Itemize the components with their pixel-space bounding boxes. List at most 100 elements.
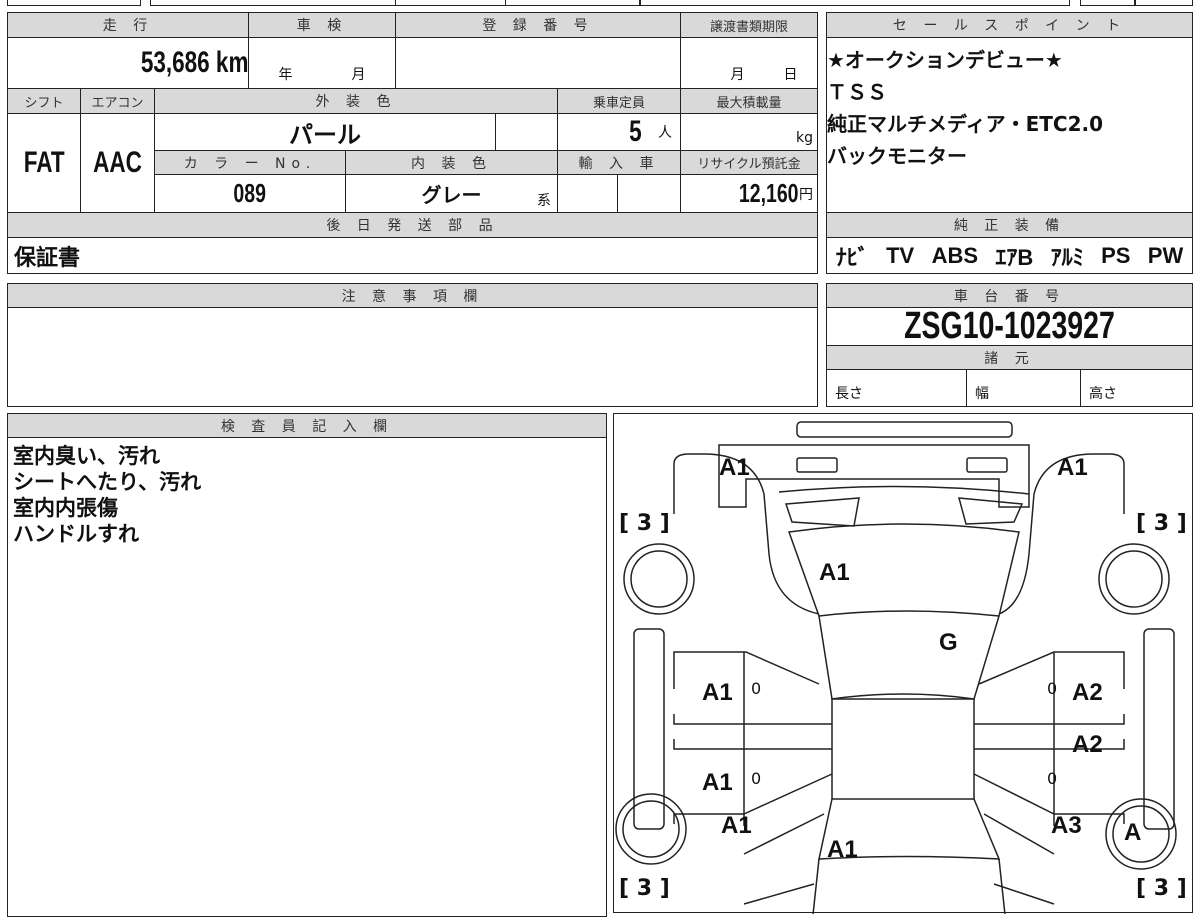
exterior-color-extra: [495, 113, 558, 151]
inspector-line: ハンドルすれ: [13, 522, 139, 546]
color-no-label: カ ラ ー No.: [154, 150, 346, 175]
recycle-text: 12,160: [739, 178, 799, 208]
registration-label: 登 録 番 号: [395, 12, 681, 38]
specs-length: 長さ: [826, 369, 967, 407]
inspection-value: 年月: [248, 37, 396, 89]
shift-label: シフト: [7, 88, 81, 114]
zero-mark: 0: [1047, 769, 1058, 788]
equipment-item: ABS: [931, 242, 979, 268]
zero-mark: 0: [751, 679, 762, 698]
year-unit: 年: [278, 67, 293, 83]
mark-front-right: A1: [1057, 454, 1088, 481]
mark-rl-quarter: A1: [721, 812, 752, 839]
zero-mark: 0: [751, 769, 762, 788]
top-cell: [7, 0, 141, 6]
equipment-item: ﾅﾋﾞ: [835, 244, 869, 270]
exterior-color-label: 外 装 色: [154, 88, 558, 114]
mark-trunk: A1: [827, 836, 858, 863]
import-value-1: [557, 174, 618, 213]
notes-body: [7, 307, 818, 407]
transfer-deadline-value: 月日: [680, 37, 818, 89]
month-unit: 月: [351, 67, 366, 83]
tread-rr: [ 3 ]: [1136, 876, 1187, 901]
max-load-unit: kg: [796, 130, 813, 146]
mark-fr-door: A2: [1072, 679, 1103, 706]
top-cell: [640, 0, 1070, 6]
inspector-line: 室内臭い、汚れ: [13, 444, 160, 468]
tread-rl-value: 3: [636, 876, 653, 901]
capacity-value: 5人: [557, 113, 681, 151]
zero-mark: 0: [1047, 679, 1058, 698]
interior-color-value: グレー 系: [345, 174, 558, 213]
import-label: 輸 入 車: [557, 150, 681, 175]
top-cell: [1135, 0, 1193, 6]
specs-height: 高さ: [1080, 369, 1193, 407]
mark-rl-door: A1: [702, 769, 733, 796]
sales-point: バックモニター: [827, 144, 967, 168]
mark-rr-wheel: A: [1124, 819, 1142, 846]
tread-rr-value: 3: [1153, 876, 1170, 901]
shift-value: FAT: [7, 113, 81, 213]
inspector-line: シートへたり、汚れ: [13, 470, 202, 494]
aircon-label: エアコン: [80, 88, 155, 114]
equipment-item: TV: [886, 242, 915, 268]
capacity-text: 5: [629, 115, 642, 148]
later-parts-value: 保証書: [7, 237, 818, 274]
mileage-text: 53,686 km: [140, 46, 248, 79]
equipment-item: PS: [1101, 242, 1131, 268]
aircon-text: AAC: [93, 146, 142, 179]
recycle-unit: 円: [799, 186, 813, 203]
car-outline: [615, 421, 1177, 914]
top-cell: [150, 0, 400, 6]
mark-rr-door: A2: [1072, 731, 1103, 758]
sales-point: 純正マルチメディア・ETC2.0: [827, 112, 1104, 136]
color-no-text: 089: [233, 178, 267, 208]
mark-windshield: G: [939, 629, 958, 656]
tread-fl: [ 3 ]: [619, 511, 670, 536]
import-value-2: [617, 174, 681, 213]
sales-point: ★オークションデビュー★: [827, 48, 1063, 72]
inspector-notes: 室内臭い、汚れ シートへたり、汚れ 室内内張傷 ハンドルすれ: [7, 437, 607, 917]
interior-color-text: グレー: [421, 183, 482, 207]
specs-width: 幅: [966, 369, 1081, 407]
inspector-line: 室内内張傷: [13, 496, 118, 520]
equipment-list: ﾅﾋﾞ TV ABS ｴｱB ｱﾙﾐ PS PW: [826, 237, 1193, 274]
specs-label: 諸 元: [826, 345, 1193, 370]
tread-rl: [ 3 ]: [619, 876, 670, 901]
top-cell: [395, 0, 510, 6]
month-unit: 月: [730, 67, 745, 83]
chassis-value: ZSG10-1023927: [826, 305, 1193, 347]
chassis-text: ZSG10-1023927: [904, 305, 1115, 347]
later-parts-label: 後 日 発 送 部 品: [7, 212, 818, 238]
notes-label: 注 意 事 項 欄: [7, 283, 818, 308]
damage-diagram: A1 A1 A1 G A1 A1 A2 A2 A1 A3 A1 A 0 0 0 …: [613, 413, 1193, 914]
interior-color-label: 内 装 色: [345, 150, 558, 175]
exterior-color-text: パール: [289, 120, 361, 149]
equipment-item: ｱﾙﾐ: [1050, 244, 1084, 270]
capacity-label: 乗車定員: [557, 88, 681, 114]
color-no-value: 089: [154, 174, 346, 213]
top-cell: [505, 0, 640, 6]
mark-rr-quarter: A3: [1051, 812, 1082, 839]
exterior-color-value: パール: [154, 113, 496, 151]
top-cell: [1080, 0, 1135, 6]
tread-fr: [ 3 ]: [1136, 511, 1187, 536]
inspector-label: 検 査 員 記 入 欄: [7, 413, 607, 438]
capacity-unit: 人: [658, 125, 672, 141]
sales-points-list: ★オークションデビュー★ ＴＳＳ 純正マルチメディア・ETC2.0 バックモニタ…: [826, 37, 1193, 213]
interior-color-suffix: 系: [537, 193, 551, 209]
mileage-value: 53,686 km: [7, 37, 249, 89]
mark-fl-door: A1: [702, 679, 733, 706]
sales-points-label: セ ー ル ス ポ イ ン ト: [826, 12, 1193, 38]
aircon-value: AAC: [80, 113, 155, 213]
sales-point: ＴＳＳ: [827, 80, 887, 104]
later-parts-text: 保証書: [14, 245, 81, 271]
equipment-item: ｴｱB: [995, 244, 1034, 270]
registration-value: [395, 37, 681, 89]
day-unit: 日: [783, 67, 798, 83]
recycle-value: 12,160 円: [680, 174, 818, 213]
transfer-deadline-label: 譲渡書類期限: [680, 12, 818, 38]
mark-front-left: A1: [719, 454, 750, 481]
max-load-value: kg: [680, 113, 818, 151]
recycle-label: リサイクル預託金: [680, 150, 818, 175]
